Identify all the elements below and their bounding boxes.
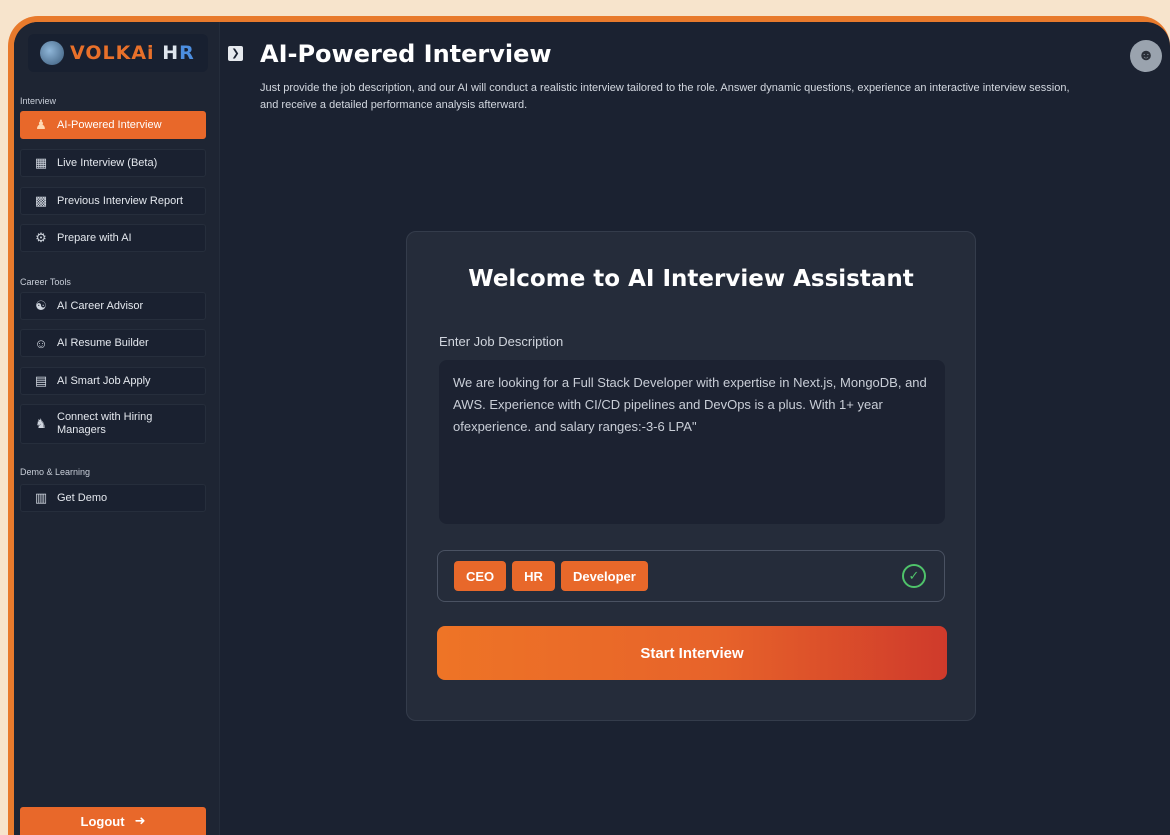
brand-part-2: H xyxy=(154,42,180,64)
section-label-career-tools: Career Tools xyxy=(20,277,71,287)
sidebar-item-previous-report[interactable]: ▩ Previous Interview Report xyxy=(20,187,206,215)
report-icon: ▩ xyxy=(34,193,48,208)
sidebar-item-resume-builder[interactable]: ☺ AI Resume Builder xyxy=(20,329,206,357)
user-avatar[interactable]: ☻ xyxy=(1130,40,1162,72)
interview-setup-card: Welcome to AI Interview Assistant Enter … xyxy=(406,231,976,721)
sidebar-item-label: Get Demo xyxy=(57,491,108,504)
sidebar-item-label: Previous Interview Report xyxy=(57,194,183,207)
sidebar-item-smart-job-apply[interactable]: ▤ AI Smart Job Apply xyxy=(20,367,206,395)
sidebar-item-label: AI Smart Job Apply xyxy=(57,374,151,387)
team-icon: ☺ xyxy=(34,335,48,351)
main-content: ❯ AI-Powered Interview Just provide the … xyxy=(220,22,1170,835)
job-description-textarea[interactable]: We are looking for a Full Stack Develope… xyxy=(439,360,945,524)
brand-wordmark: VOLKAi HR xyxy=(70,42,195,64)
brand-logo[interactable]: VOLKAi HR xyxy=(28,34,208,72)
presentation-icon: ▥ xyxy=(34,490,48,505)
sidebar-toggle-button[interactable]: ❯ xyxy=(228,46,243,61)
role-chip-developer[interactable]: Developer xyxy=(560,561,648,591)
page-title: AI-Powered Interview xyxy=(260,40,552,68)
people-icon: ♟ xyxy=(35,117,47,132)
sidebar-item-label: Live Interview (Beta) xyxy=(57,156,158,169)
robot-avatar-icon: ☻ xyxy=(1137,47,1155,64)
page-description: Just provide the job description, and ou… xyxy=(260,82,1070,111)
app-window: VOLKAi HR Interview ♟ AI-Powered Intervi… xyxy=(14,22,1170,835)
section-label-demo-learning: Demo & Learning xyxy=(20,467,91,477)
brain-logo-icon xyxy=(40,41,64,65)
role-chip-hr[interactable]: HR xyxy=(512,561,555,591)
sidebar-item-label: AI Career Advisor xyxy=(57,299,144,312)
advisor-icon: ☯ xyxy=(35,298,47,313)
sidebar-item-get-demo[interactable]: ▥ Get Demo xyxy=(20,484,206,512)
meeting-icon: ♞ xyxy=(35,416,47,431)
brand-part-1: VOLKAi xyxy=(70,42,155,64)
sidebar-item-career-advisor[interactable]: ☯ AI Career Advisor xyxy=(20,292,206,320)
sidebar-item-label: AI-Powered Interview xyxy=(57,118,162,131)
logout-label: Logout xyxy=(80,813,125,829)
laptop-icon: ▤ xyxy=(34,373,48,388)
sidebar: VOLKAi HR Interview ♟ AI-Powered Intervi… xyxy=(14,22,220,835)
start-interview-button[interactable]: Start Interview xyxy=(437,626,947,680)
card-title: Welcome to AI Interview Assistant xyxy=(468,266,914,292)
sidebar-item-prepare-with-ai[interactable]: ⚙ Prepare with AI xyxy=(20,224,206,252)
check-circle-icon: ✓ xyxy=(902,564,926,588)
sidebar-item-live-interview[interactable]: ▦ Live Interview (Beta) xyxy=(20,149,206,177)
sidebar-item-connect-hiring-managers[interactable]: ♞ Connect with Hiring Managers xyxy=(20,404,206,444)
role-chip-ceo[interactable]: CEO xyxy=(454,561,507,591)
sidebar-item-label: Connect with Hiring Managers xyxy=(57,411,153,436)
video-call-icon: ▦ xyxy=(34,155,48,170)
role-selector: CEO HR Developer ✓ xyxy=(437,550,945,602)
sidebar-item-ai-powered-interview[interactable]: ♟ AI-Powered Interview xyxy=(20,111,206,139)
logout-icon: ➜ xyxy=(134,813,146,828)
section-label-interview: Interview xyxy=(20,96,57,106)
chevron-right-icon: ❯ xyxy=(231,48,240,59)
brand-part-3: R xyxy=(179,42,195,64)
sidebar-item-label: AI Resume Builder xyxy=(57,336,149,349)
job-description-label: Enter Job Description xyxy=(439,334,564,349)
robot-icon: ⚙ xyxy=(35,230,47,245)
sidebar-item-label: Prepare with AI xyxy=(57,231,132,244)
logout-button[interactable]: Logout ➜ xyxy=(20,807,206,835)
